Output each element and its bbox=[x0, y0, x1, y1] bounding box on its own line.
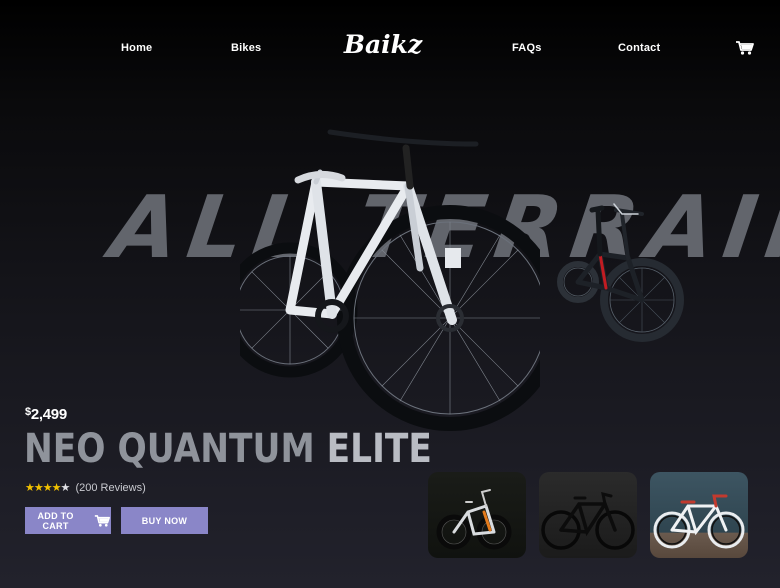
fixie-bike-thumbnail[interactable] bbox=[650, 472, 748, 558]
bicycle-icon bbox=[436, 489, 512, 550]
product-name: NEO QUANTUM ELITE bbox=[24, 426, 432, 472]
secondary-bicycle-image bbox=[557, 203, 684, 342]
nav-link-faqs[interactable]: FAQs bbox=[512, 42, 542, 54]
cart-icon bbox=[94, 514, 111, 527]
mountain-bike-thumbnail[interactable] bbox=[428, 472, 526, 558]
nav-link-home[interactable]: Home bbox=[121, 42, 152, 54]
top-navigation: Home Bikes Baikz FAQs Contact bbox=[0, 0, 780, 96]
brand-logo[interactable]: Baikz bbox=[338, 30, 428, 59]
add-to-cart-label: ADD TO CART bbox=[37, 510, 74, 531]
buy-now-label: BUY NOW bbox=[141, 515, 188, 526]
product-rating: ★★★★★ (200 Reviews) bbox=[25, 481, 146, 494]
nav-link-contact[interactable]: Contact bbox=[618, 42, 660, 54]
product-price: $2,499 bbox=[25, 406, 67, 423]
bicycle-icon bbox=[541, 491, 635, 550]
review-count[interactable]: (200 Reviews) bbox=[75, 482, 145, 494]
nav-link-bikes[interactable]: Bikes bbox=[231, 42, 261, 54]
bicycle-icon bbox=[653, 494, 745, 549]
star-icon: ★★★★★ bbox=[25, 482, 70, 494]
buy-now-button[interactable]: BUY NOW bbox=[121, 507, 208, 534]
product-name-part1: NEO QUANTUM bbox=[24, 426, 327, 472]
cart-icon[interactable] bbox=[735, 40, 755, 56]
product-name-part2: ELITE bbox=[326, 426, 432, 472]
featured-bicycle-image bbox=[240, 129, 540, 431]
road-bike-thumbnail[interactable] bbox=[539, 472, 637, 558]
add-to-cart-button[interactable]: ADD TO CART bbox=[25, 507, 111, 534]
